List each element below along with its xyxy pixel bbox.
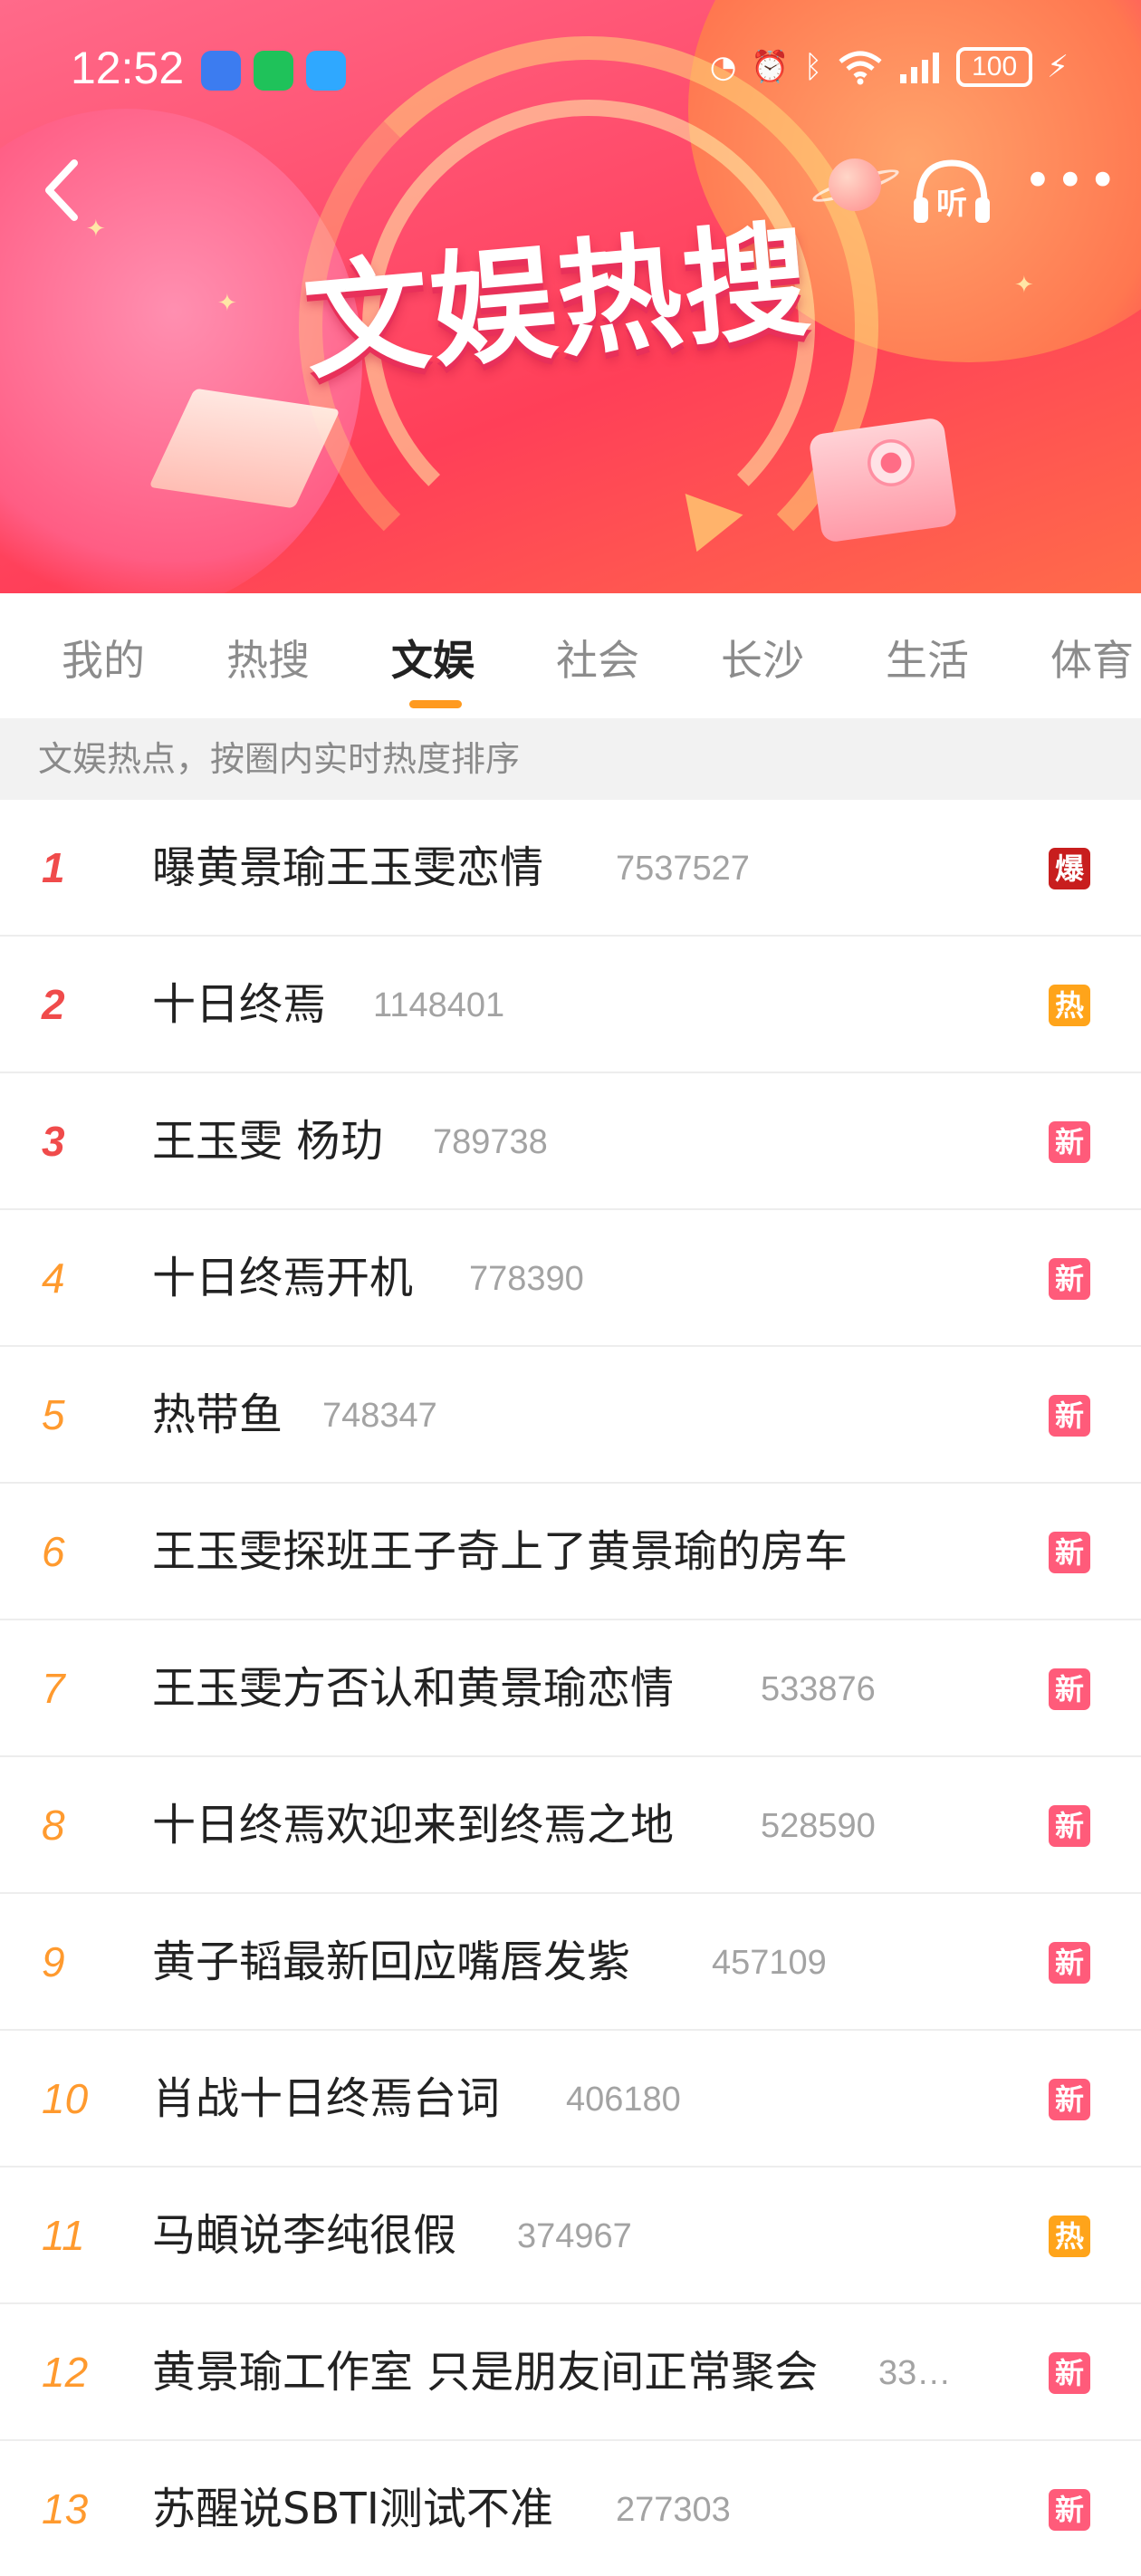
bluetooth-icon: ᛒ xyxy=(803,49,823,85)
status-badge: 新 xyxy=(1049,1258,1090,1300)
signal-icon xyxy=(900,53,940,83)
list-item[interactable]: 13 苏醒说SBTI测试不准 277303 新 xyxy=(0,2441,1141,2576)
list-item[interactable]: 9 黄子韬最新回应嘴唇发紫 457109 新 xyxy=(0,1894,1141,2031)
list-item[interactable]: 5 热带鱼 748347 新 xyxy=(0,1347,1141,1484)
status-badge: 新 xyxy=(1049,1668,1090,1710)
listen-button[interactable]: 听 xyxy=(910,156,993,228)
list-item[interactable]: 8 十日终焉欢迎来到终焉之地 528590 新 xyxy=(0,1757,1141,1894)
topic-title: 肖战十日终焉台词 xyxy=(152,2073,501,2124)
heat-count: 528590 xyxy=(761,1807,876,1845)
rank-number: 3 xyxy=(42,1118,65,1165)
list-item[interactable]: 12 黄景瑜工作室 只是朋友间正常聚会 33… 新 xyxy=(0,2304,1141,2441)
tab-hot-search[interactable]: 热搜 xyxy=(226,628,310,687)
topic-title: 十日终焉欢迎来到终焉之地 xyxy=(152,1800,675,1850)
category-tabs: 我的 热搜 文娱 社会 长沙 生活 体育 xyxy=(0,593,1141,718)
list-item[interactable]: 1 曝黄景瑜王玉雯恋情 7537527 爆 xyxy=(0,800,1141,937)
camera-lens-decoration xyxy=(868,439,915,486)
heat-count: 7537527 xyxy=(616,850,750,888)
heat-count: 748347 xyxy=(322,1397,437,1435)
list-item[interactable]: 10 肖战十日终焉台词 406180 新 xyxy=(0,2031,1141,2167)
active-tab-indicator xyxy=(409,700,462,708)
rank-number: 7 xyxy=(42,1665,65,1712)
rank-number: 9 xyxy=(42,1938,65,1985)
more-options-button[interactable]: ••• xyxy=(1023,157,1117,213)
topic-title: 十日终焉 xyxy=(152,979,327,1030)
app-notification-icon xyxy=(201,51,241,91)
heat-count: 374967 xyxy=(517,2217,632,2255)
status-time: 12:52 xyxy=(71,43,185,93)
banner: ✦ ✦ ✦ ✦ 文娱热搜 12:52 ◔ ⏰ ᛒ 100 ⚡ 听 ••• xyxy=(0,0,1141,593)
rank-number: 13 xyxy=(42,2485,89,2533)
status-badge: 爆 xyxy=(1049,848,1090,889)
tab-mine[interactable]: 我的 xyxy=(62,628,145,687)
hot-search-list: 1 曝黄景瑜王玉雯恋情 7537527 爆 2 十日终焉 1148401 热 3 王玉雯 杨玏 78… xyxy=(0,800,1141,2576)
rank-number: 12 xyxy=(42,2349,89,2396)
tab-entertainment[interactable]: 文娱 xyxy=(391,628,475,687)
heat-count: 789738 xyxy=(433,1123,548,1161)
tab-sports[interactable]: 体育 xyxy=(1050,628,1134,687)
list-item[interactable]: 6 王玉雯探班王子奇上了黄景瑜的房车 新 xyxy=(0,1484,1141,1620)
rank-number: 8 xyxy=(42,1802,65,1849)
topic-title: 王玉雯探班王子奇上了黄景瑜的房车 xyxy=(152,1526,849,1577)
battery-indicator: 100 xyxy=(956,47,1033,87)
list-description: 文娱热点，按圈内实时热度排序 xyxy=(0,718,1141,800)
topic-title: 十日终焉开机 xyxy=(152,1253,414,1303)
topic-title: 热带鱼 xyxy=(152,1389,283,1440)
list-item[interactable]: 2 十日终焉 1148401 热 xyxy=(0,937,1141,1073)
message-notification-icon xyxy=(306,51,346,91)
alarm-icon: ⏰ xyxy=(751,49,790,85)
topic-title: 黄景瑜工作室 只是朋友间正常聚会 xyxy=(152,2347,819,2398)
wifi-icon xyxy=(839,51,882,85)
topic-title: 黄子韬最新回应嘴唇发紫 xyxy=(152,1937,631,1987)
status-badge: 热 xyxy=(1049,985,1090,1026)
heat-count: 406180 xyxy=(566,2081,681,2119)
topic-title: 王玉雯 杨玏 xyxy=(152,1116,384,1167)
heat-count: 277303 xyxy=(616,2491,731,2529)
status-indicators: ◔ ⏰ ᛒ 100 ⚡ xyxy=(710,47,1069,87)
rank-number: 2 xyxy=(42,981,65,1028)
status-badge: 新 xyxy=(1049,1532,1090,1573)
heat-count: 1148401 xyxy=(373,986,505,1024)
heat-count: 778390 xyxy=(469,1260,584,1298)
heat-count: 457109 xyxy=(712,1944,827,1982)
topic-title: 苏醒说SBTI测试不准 xyxy=(152,2484,553,2534)
hd-call-icon: ◔ xyxy=(709,49,737,85)
list-item[interactable]: 7 王玉雯方否认和黄景瑜恋情 533876 新 xyxy=(0,1620,1141,1757)
status-badge: 热 xyxy=(1049,2216,1090,2257)
tab-society[interactable]: 社会 xyxy=(556,628,639,687)
status-badge: 新 xyxy=(1049,1942,1090,1984)
back-button[interactable] xyxy=(34,156,89,225)
rank-number: 10 xyxy=(42,2075,89,2122)
charging-icon: ⚡ xyxy=(1047,49,1069,85)
status-badge: 新 xyxy=(1049,2352,1090,2394)
rank-number: 5 xyxy=(42,1391,65,1438)
status-badge: 新 xyxy=(1049,2079,1090,2120)
heat-count: 33… xyxy=(878,2354,952,2392)
topic-title: 曝黄景瑜王玉雯恋情 xyxy=(152,842,544,893)
status-badge: 新 xyxy=(1049,2489,1090,2531)
listen-label: 听 xyxy=(936,186,967,222)
rank-number: 1 xyxy=(42,844,65,891)
status-badge: 新 xyxy=(1049,1395,1090,1437)
status-badge: 新 xyxy=(1049,1121,1090,1163)
status-bar: 12:52 ◔ ⏰ ᛒ 100 ⚡ xyxy=(0,36,1141,109)
rank-number: 11 xyxy=(42,2212,85,2259)
list-item[interactable]: 11 马頔说李纯很假 374967 热 xyxy=(0,2167,1141,2304)
list-item[interactable]: 4 十日终焉开机 778390 新 xyxy=(0,1210,1141,1347)
wechat-notification-icon xyxy=(254,51,293,91)
rank-number: 4 xyxy=(42,1254,65,1302)
topic-title: 马頔说李纯很假 xyxy=(152,2210,457,2261)
tab-life[interactable]: 生活 xyxy=(886,628,969,687)
heat-count: 533876 xyxy=(761,1670,876,1708)
list-item[interactable]: 3 王玉雯 杨玏 789738 新 xyxy=(0,1073,1141,1210)
rank-number: 6 xyxy=(42,1528,65,1575)
topic-title: 王玉雯方否认和黄景瑜恋情 xyxy=(152,1663,675,1714)
status-badge: 新 xyxy=(1049,1805,1090,1847)
tab-changsha[interactable]: 长沙 xyxy=(721,628,804,687)
